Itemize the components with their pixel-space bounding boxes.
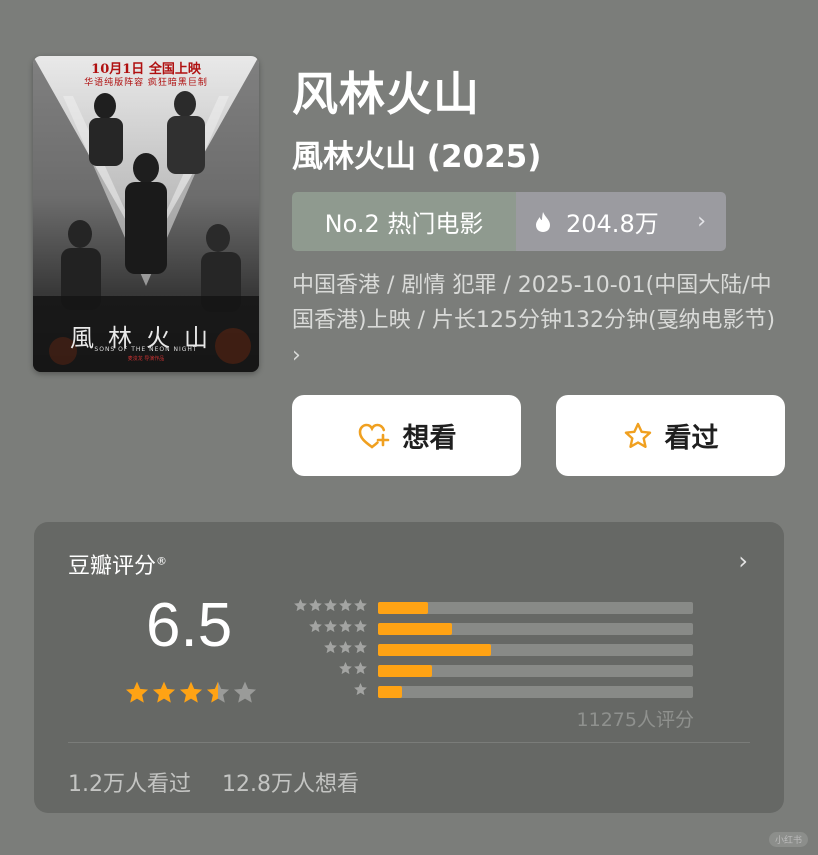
- flame-icon: [536, 211, 550, 232]
- small-star-icon: [354, 598, 367, 612]
- watch-stats: 1.2万人看过 12.8万人想看: [68, 766, 383, 798]
- small-star-icon: [354, 640, 367, 654]
- heart-plus-icon: [358, 423, 389, 448]
- rank-banner[interactable]: No.2 热门电影 204.8万 ›: [292, 192, 726, 251]
- distribution-bar-fill: [378, 686, 402, 698]
- want-to-watch-button[interactable]: 想看: [292, 395, 521, 476]
- distribution-bar-track: [378, 665, 693, 677]
- movie-info[interactable]: 中国香港 / 剧情 犯罪 / 2025-10-01(中国大陆/中国香港)上映 /…: [292, 268, 782, 373]
- distribution-bar-fill: [378, 623, 452, 635]
- distribution-bar-track: [378, 686, 693, 698]
- chevron-right-icon: ›: [697, 209, 706, 234]
- rating-title: 豆瓣评分®: [68, 554, 168, 579]
- rank-label: No.2 热门电影: [292, 192, 516, 251]
- small-star-icon: [324, 640, 337, 654]
- rating-star-icon: [233, 681, 257, 703]
- want-label: 想看: [402, 423, 457, 454]
- poster-english-title: SONS OF THE NEON NIGHT: [94, 346, 198, 353]
- seen-count[interactable]: 1.2万人看过: [68, 772, 191, 797]
- small-star-icon: [324, 619, 337, 633]
- poster-credit: 麦浚龙 导演作品: [127, 356, 165, 362]
- rating-score: 6.5: [146, 591, 233, 660]
- distribution-bar-fill: [378, 665, 432, 677]
- poster-tagline: 华语纯版阵容 疯狂暗黑巨制: [84, 78, 208, 88]
- small-star-icon: [339, 661, 352, 675]
- distribution-bar-track: [378, 623, 693, 635]
- distribution-bar-fill: [378, 644, 491, 656]
- small-star-icon: [324, 598, 337, 612]
- divider: [68, 742, 750, 743]
- star-outline-icon: [624, 422, 651, 448]
- distribution-bar-track: [378, 644, 693, 656]
- rating-stars: [124, 680, 259, 706]
- movie-title: 风林火山: [292, 67, 480, 121]
- small-star-icon: [354, 682, 367, 696]
- small-star-icon: [309, 619, 322, 633]
- chevron-right-icon[interactable]: ›: [738, 547, 748, 575]
- movie-original-title: 風林火山 (2025): [292, 139, 542, 175]
- small-star-icon: [354, 661, 367, 675]
- small-star-icon: [294, 598, 307, 612]
- rating-star-icon: [152, 681, 176, 703]
- distribution-bar-fill: [378, 602, 428, 614]
- registered-mark: ®: [156, 554, 168, 568]
- small-star-icon: [339, 640, 352, 654]
- seen-label: 看过: [664, 423, 719, 454]
- rating-card[interactable]: 豆瓣评分® › 6.5 11275人评分 1.2万人看过 12.8万人想看: [34, 522, 784, 813]
- small-star-icon: [354, 619, 367, 633]
- rating-star-icon: [125, 681, 149, 703]
- rating-star-icon: [206, 681, 230, 703]
- rating-count: 11275人评分: [576, 709, 694, 731]
- rating-star-icon: [179, 681, 203, 703]
- watermark: 小红书: [768, 832, 808, 847]
- movie-poster[interactable]: 10月1日 全国上映 华语纯版阵容 疯狂暗黑巨制 風林火山 SONS OF TH…: [33, 56, 259, 372]
- heat-value: 204.8万: [566, 210, 659, 238]
- distribution-bar-track: [378, 602, 693, 614]
- watched-button[interactable]: 看过: [556, 395, 785, 476]
- want-count[interactable]: 12.8万人想看: [222, 772, 359, 797]
- small-star-icon: [309, 598, 322, 612]
- small-star-icon: [339, 619, 352, 633]
- heat-section[interactable]: 204.8万 ›: [516, 192, 726, 251]
- small-star-icon: [339, 598, 352, 612]
